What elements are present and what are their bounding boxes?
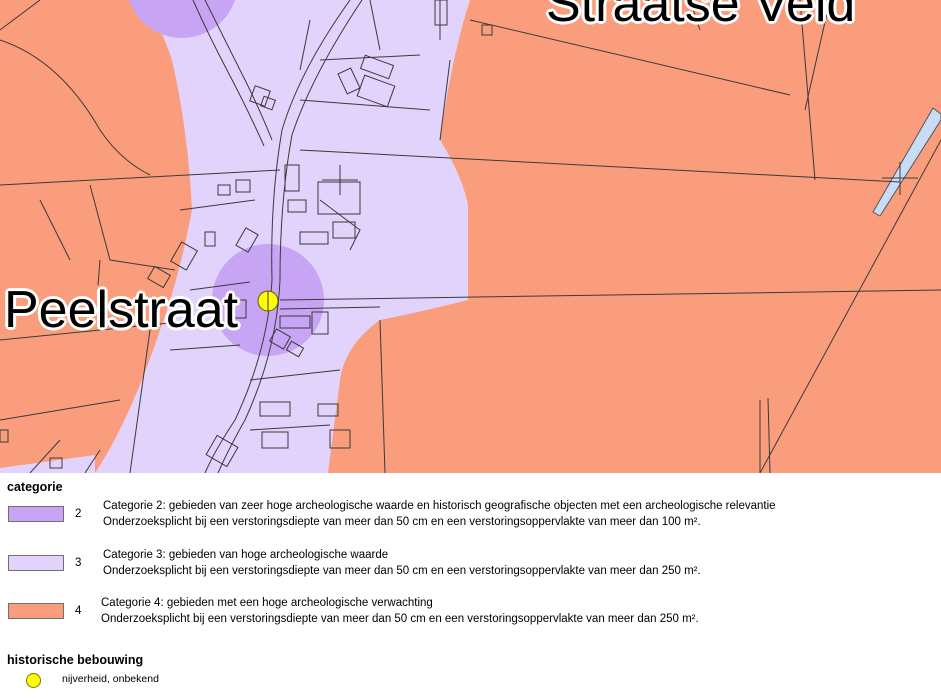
place-label-peelstraat: Peelstraat [4, 281, 239, 339]
legend-item-categorie-3: 3 Categorie 3: gebieden van hoge archeol… [0, 549, 941, 583]
swatch-categorie-4 [8, 603, 64, 619]
legend-label-nijverheid: nijverheid, onbekend [62, 673, 159, 685]
legend-item-categorie-2: 2 Categorie 2: gebieden van zeer hoge ar… [0, 500, 941, 534]
place-label-top: Straatse Veld [546, 0, 856, 33]
swatch-categorie-3 [8, 555, 64, 571]
map-canvas[interactable]: Straatse Veld Peelstraat [0, 0, 941, 473]
legend-number: 3 [75, 557, 82, 569]
legend-description: Categorie 4: gebieden met een hoge arche… [101, 597, 433, 609]
map-graphic [0, 0, 941, 473]
legend-heading-categorie: categorie [7, 480, 63, 494]
legend-requirement: Onderzoeksplicht bij een verstoringsdiep… [103, 565, 701, 577]
legend-item-categorie-4: 4 Categorie 4: gebieden met een hoge arc… [0, 597, 941, 631]
legend-heading-historische-bebouwing: historische bebouwing [7, 653, 144, 667]
legend-number: 2 [75, 508, 82, 520]
legend-description: Categorie 3: gebieden van hoge archeolog… [103, 549, 389, 561]
legend-requirement: Onderzoeksplicht bij een verstoringsdiep… [101, 613, 699, 625]
map-legend: categorie 2 Categorie 2: gebieden van ze… [0, 473, 941, 699]
legend-number: 4 [75, 605, 82, 617]
legend-description: Categorie 2: gebieden van zeer hoge arch… [103, 500, 776, 512]
swatch-categorie-2 [8, 506, 64, 522]
legend-requirement: Onderzoeksplicht bij een verstoringsdiep… [103, 516, 701, 528]
swatch-nijverheid [26, 673, 41, 688]
